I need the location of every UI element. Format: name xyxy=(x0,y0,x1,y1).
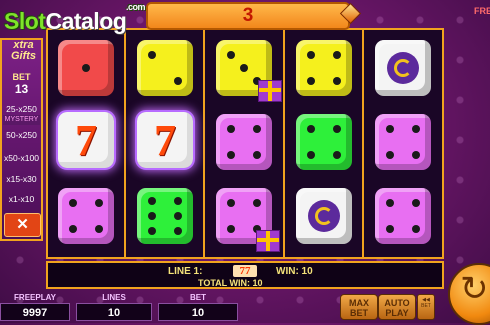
auto-play-line2: PLAY xyxy=(385,308,409,318)
symbol-yellow-die xyxy=(129,34,201,102)
panel-bet-value: 13 xyxy=(14,82,29,96)
panel-row-1: 25-x250 xyxy=(6,104,37,114)
panel-row-4: x50-x100 xyxy=(4,153,39,163)
close-button[interactable]: ✕ xyxy=(4,213,41,237)
symbol-horseshoe xyxy=(367,34,439,102)
panel-row-5: x15-x30 xyxy=(6,174,37,184)
symbol-seven: 7 xyxy=(129,106,201,174)
symbol-magenta-die xyxy=(208,108,280,176)
reel-divider xyxy=(124,28,126,259)
horseshoe-icon xyxy=(296,188,352,244)
edge-text: FRE xyxy=(474,6,490,16)
bet-value[interactable]: 10 xyxy=(158,303,238,321)
panel-bet-label: BET xyxy=(12,72,31,82)
extra-gifts-title: xtra Gifts xyxy=(2,40,45,62)
max-bet-line1: MAX xyxy=(349,298,369,308)
win-label: WIN: 10 xyxy=(276,266,313,277)
lines-value[interactable]: 10 xyxy=(76,303,152,321)
die-6-icon xyxy=(137,188,193,244)
die-2-icon xyxy=(137,40,193,96)
watermark-slot: Slot xyxy=(4,8,46,34)
reel-divider xyxy=(283,28,285,259)
symbol-green-die xyxy=(129,182,201,250)
reel-divider xyxy=(203,28,205,259)
symbol-green-die xyxy=(288,108,360,176)
lines-label: LINES xyxy=(102,293,126,302)
line-label: LINE 1: xyxy=(168,266,203,277)
panel-mystery: MYSTERY xyxy=(3,115,40,125)
panel-row-3: 50-x250 xyxy=(6,130,37,140)
symbol-yellow-die xyxy=(288,34,360,102)
watermark-com: .com xyxy=(126,2,146,12)
total-win-label: TOTAL WIN: 10 xyxy=(198,278,263,288)
gift-box-icon xyxy=(256,230,280,252)
watermark-catalog: Catalog xyxy=(45,8,127,34)
max-bet-button[interactable]: MAX BET xyxy=(340,294,378,320)
top-display-value: 3 xyxy=(242,5,254,26)
symbol-seven: 7 xyxy=(50,106,122,174)
extra-gifts-panel: xtra Gifts BET 13 25-x250 MYSTERY 50-x25… xyxy=(0,38,43,241)
die-4-icon xyxy=(296,114,352,170)
die-1-icon xyxy=(58,40,114,96)
slotcatalog-watermark: SlotCatalog .com xyxy=(4,2,146,35)
bet-label: BET xyxy=(190,293,206,302)
bet-step-button[interactable]: ◀◀ BET xyxy=(417,294,435,320)
lucky-seven-icon: 7 xyxy=(135,110,195,170)
horseshoe-icon xyxy=(375,40,431,96)
die-4-icon xyxy=(375,188,431,244)
freeplay-label: FREEPLAY xyxy=(14,293,56,302)
symbol-red-die xyxy=(50,34,122,102)
line-symbol: 77 xyxy=(233,265,257,277)
top-display: 3 xyxy=(146,2,350,30)
auto-play-button[interactable]: AUTO PLAY xyxy=(378,294,416,320)
die-4-icon xyxy=(375,114,431,170)
panel-row-6: x1-x10 xyxy=(8,194,35,204)
symbol-magenta-die xyxy=(367,108,439,176)
die-4-icon xyxy=(216,114,272,170)
symbol-magenta-die xyxy=(367,182,439,250)
symbol-magenta-die xyxy=(50,182,122,250)
auto-play-line1: AUTO xyxy=(384,298,410,308)
max-bet-line2: BET xyxy=(350,308,368,318)
win-info-bar: LINE 1: 77 WIN: 10 TOTAL WIN: 10 xyxy=(46,261,444,289)
die-4-icon xyxy=(58,188,114,244)
title-line2: Gifts xyxy=(10,50,37,62)
reel-divider xyxy=(362,28,364,259)
gift-box-icon xyxy=(258,80,282,102)
lucky-seven-icon: 7 xyxy=(56,110,116,170)
die-4-icon xyxy=(296,40,352,96)
freeplay-value: 9997 xyxy=(0,303,70,321)
symbol-horseshoe xyxy=(288,182,360,250)
